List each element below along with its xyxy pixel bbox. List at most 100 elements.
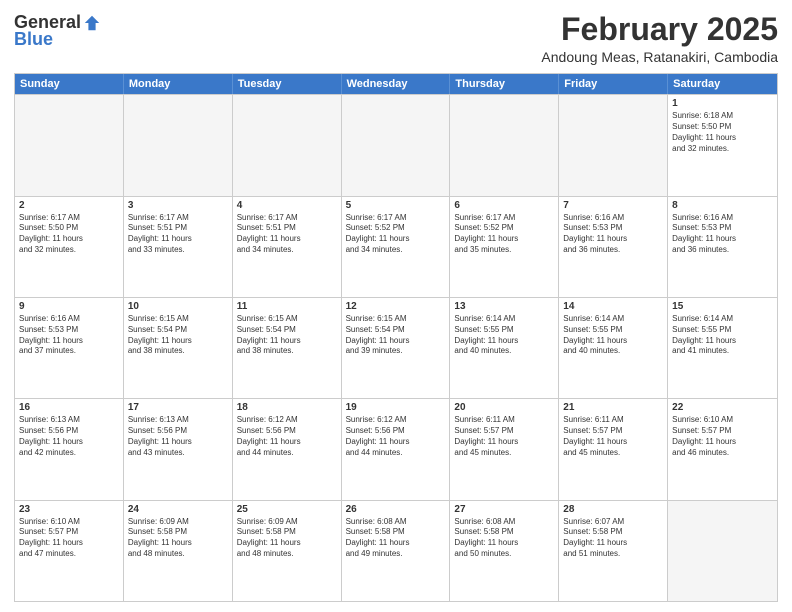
- day-info: Sunrise: 6:14 AM Sunset: 5:55 PM Dayligh…: [563, 314, 663, 357]
- day-info: Sunrise: 6:07 AM Sunset: 5:58 PM Dayligh…: [563, 517, 663, 560]
- calendar-body: 1 Sunrise: 6:18 AM Sunset: 5:50 PM Daylig…: [15, 94, 777, 601]
- header: General Blue February 2025 Andoung Meas,…: [14, 12, 778, 65]
- calendar-day-empty: [559, 95, 668, 195]
- day-number: 12: [346, 301, 446, 312]
- calendar-day-14: 14 Sunrise: 6:14 AM Sunset: 5:55 PM Dayli…: [559, 298, 668, 398]
- day-info: Sunrise: 6:16 AM Sunset: 5:53 PM Dayligh…: [672, 213, 773, 256]
- day-number: 25: [237, 504, 337, 515]
- weekday-header-sunday: Sunday: [15, 74, 124, 94]
- weekday-header-saturday: Saturday: [668, 74, 777, 94]
- day-info: Sunrise: 6:16 AM Sunset: 5:53 PM Dayligh…: [563, 213, 663, 256]
- weekday-header-tuesday: Tuesday: [233, 74, 342, 94]
- day-info: Sunrise: 6:11 AM Sunset: 5:57 PM Dayligh…: [563, 415, 663, 458]
- day-number: 24: [128, 504, 228, 515]
- calendar-day-17: 17 Sunrise: 6:13 AM Sunset: 5:56 PM Dayli…: [124, 399, 233, 499]
- calendar-header: SundayMondayTuesdayWednesdayThursdayFrid…: [15, 74, 777, 94]
- weekday-header-monday: Monday: [124, 74, 233, 94]
- day-number: 4: [237, 200, 337, 211]
- day-number: 15: [672, 301, 773, 312]
- day-number: 11: [237, 301, 337, 312]
- day-number: 18: [237, 402, 337, 413]
- day-info: Sunrise: 6:09 AM Sunset: 5:58 PM Dayligh…: [128, 517, 228, 560]
- day-info: Sunrise: 6:18 AM Sunset: 5:50 PM Dayligh…: [672, 111, 773, 154]
- weekday-header-thursday: Thursday: [450, 74, 559, 94]
- day-number: 26: [346, 504, 446, 515]
- calendar-day-4: 4 Sunrise: 6:17 AM Sunset: 5:51 PM Daylig…: [233, 197, 342, 297]
- weekday-header-wednesday: Wednesday: [342, 74, 451, 94]
- day-number: 7: [563, 200, 663, 211]
- calendar-day-22: 22Sunrise: 6:10 AM Sunset: 5:57 PM Dayli…: [668, 399, 777, 499]
- calendar-day-7: 7 Sunrise: 6:16 AM Sunset: 5:53 PM Daylig…: [559, 197, 668, 297]
- month-title: February 2025: [541, 12, 778, 47]
- calendar-day-empty: [450, 95, 559, 195]
- day-info: Sunrise: 6:17 AM Sunset: 5:52 PM Dayligh…: [346, 213, 446, 256]
- calendar-day-11: 11 Sunrise: 6:15 AM Sunset: 5:54 PM Dayli…: [233, 298, 342, 398]
- calendar-day-empty: [15, 95, 124, 195]
- calendar-day-24: 24 Sunrise: 6:09 AM Sunset: 5:58 PM Dayli…: [124, 501, 233, 601]
- calendar-day-2: 2Sunrise: 6:17 AM Sunset: 5:50 PM Daylig…: [15, 197, 124, 297]
- calendar-day-6: 6Sunrise: 6:17 AM Sunset: 5:52 PM Daylig…: [450, 197, 559, 297]
- day-number: 19: [346, 402, 446, 413]
- day-info: Sunrise: 6:12 AM Sunset: 5:56 PM Dayligh…: [346, 415, 446, 458]
- day-number: 16: [19, 402, 119, 413]
- calendar-week-2: 2Sunrise: 6:17 AM Sunset: 5:50 PM Daylig…: [15, 196, 777, 297]
- day-number: 8: [672, 200, 773, 211]
- day-number: 9: [19, 301, 119, 312]
- logo-blue-text: Blue: [14, 29, 53, 49]
- day-info: Sunrise: 6:17 AM Sunset: 5:50 PM Dayligh…: [19, 213, 119, 256]
- day-info: Sunrise: 6:08 AM Sunset: 5:58 PM Dayligh…: [454, 517, 554, 560]
- day-number: 5: [346, 200, 446, 211]
- calendar-day-13: 13 Sunrise: 6:14 AM Sunset: 5:55 PM Dayli…: [450, 298, 559, 398]
- calendar-day-5: 5 Sunrise: 6:17 AM Sunset: 5:52 PM Daylig…: [342, 197, 451, 297]
- day-info: Sunrise: 6:08 AM Sunset: 5:58 PM Dayligh…: [346, 517, 446, 560]
- calendar-day-empty: [124, 95, 233, 195]
- logo-icon: [83, 14, 101, 32]
- title-block: February 2025 Andoung Meas, Ratanakiri, …: [541, 12, 778, 65]
- calendar-day-19: 19 Sunrise: 6:12 AM Sunset: 5:56 PM Dayli…: [342, 399, 451, 499]
- calendar-day-empty: [233, 95, 342, 195]
- day-number: 23: [19, 504, 119, 515]
- page: General Blue February 2025 Andoung Meas,…: [0, 0, 792, 612]
- day-number: 13: [454, 301, 554, 312]
- day-number: 3: [128, 200, 228, 211]
- day-info: Sunrise: 6:09 AM Sunset: 5:58 PM Dayligh…: [237, 517, 337, 560]
- calendar-day-8: 8 Sunrise: 6:16 AM Sunset: 5:53 PM Daylig…: [668, 197, 777, 297]
- calendar-day-16: 16 Sunrise: 6:13 AM Sunset: 5:56 PM Dayli…: [15, 399, 124, 499]
- day-info: Sunrise: 6:15 AM Sunset: 5:54 PM Dayligh…: [346, 314, 446, 357]
- calendar-day-23: 23 Sunrise: 6:10 AM Sunset: 5:57 PM Dayli…: [15, 501, 124, 601]
- day-number: 10: [128, 301, 228, 312]
- day-number: 1: [672, 98, 773, 109]
- calendar-day-27: 27 Sunrise: 6:08 AM Sunset: 5:58 PM Dayli…: [450, 501, 559, 601]
- calendar-day-25: 25 Sunrise: 6:09 AM Sunset: 5:58 PM Dayli…: [233, 501, 342, 601]
- day-info: Sunrise: 6:13 AM Sunset: 5:56 PM Dayligh…: [128, 415, 228, 458]
- day-info: Sunrise: 6:17 AM Sunset: 5:51 PM Dayligh…: [237, 213, 337, 256]
- calendar-day-9: 9 Sunrise: 6:16 AM Sunset: 5:53 PM Daylig…: [15, 298, 124, 398]
- day-number: 27: [454, 504, 554, 515]
- weekday-header-friday: Friday: [559, 74, 668, 94]
- day-info: Sunrise: 6:15 AM Sunset: 5:54 PM Dayligh…: [128, 314, 228, 357]
- calendar-day-12: 12 Sunrise: 6:15 AM Sunset: 5:54 PM Dayli…: [342, 298, 451, 398]
- location: Andoung Meas, Ratanakiri, Cambodia: [541, 49, 778, 65]
- day-info: Sunrise: 6:16 AM Sunset: 5:53 PM Dayligh…: [19, 314, 119, 357]
- calendar-day-28: 28Sunrise: 6:07 AM Sunset: 5:58 PM Dayli…: [559, 501, 668, 601]
- calendar-day-3: 3Sunrise: 6:17 AM Sunset: 5:51 PM Daylig…: [124, 197, 233, 297]
- day-number: 17: [128, 402, 228, 413]
- calendar-day-empty: [668, 501, 777, 601]
- day-info: Sunrise: 6:10 AM Sunset: 5:57 PM Dayligh…: [19, 517, 119, 560]
- day-info: Sunrise: 6:13 AM Sunset: 5:56 PM Dayligh…: [19, 415, 119, 458]
- calendar-day-20: 20 Sunrise: 6:11 AM Sunset: 5:57 PM Dayli…: [450, 399, 559, 499]
- day-info: Sunrise: 6:14 AM Sunset: 5:55 PM Dayligh…: [454, 314, 554, 357]
- day-info: Sunrise: 6:15 AM Sunset: 5:54 PM Dayligh…: [237, 314, 337, 357]
- calendar-week-3: 9 Sunrise: 6:16 AM Sunset: 5:53 PM Daylig…: [15, 297, 777, 398]
- day-number: 20: [454, 402, 554, 413]
- calendar-week-4: 16 Sunrise: 6:13 AM Sunset: 5:56 PM Dayli…: [15, 398, 777, 499]
- calendar-week-5: 23 Sunrise: 6:10 AM Sunset: 5:57 PM Dayli…: [15, 500, 777, 601]
- day-info: Sunrise: 6:11 AM Sunset: 5:57 PM Dayligh…: [454, 415, 554, 458]
- calendar-day-26: 26 Sunrise: 6:08 AM Sunset: 5:58 PM Dayli…: [342, 501, 451, 601]
- day-number: 21: [563, 402, 663, 413]
- calendar-day-18: 18Sunrise: 6:12 AM Sunset: 5:56 PM Dayli…: [233, 399, 342, 499]
- day-number: 14: [563, 301, 663, 312]
- calendar-day-1: 1 Sunrise: 6:18 AM Sunset: 5:50 PM Daylig…: [668, 95, 777, 195]
- calendar-day-21: 21 Sunrise: 6:11 AM Sunset: 5:57 PM Dayli…: [559, 399, 668, 499]
- calendar-day-10: 10 Sunrise: 6:15 AM Sunset: 5:54 PM Dayli…: [124, 298, 233, 398]
